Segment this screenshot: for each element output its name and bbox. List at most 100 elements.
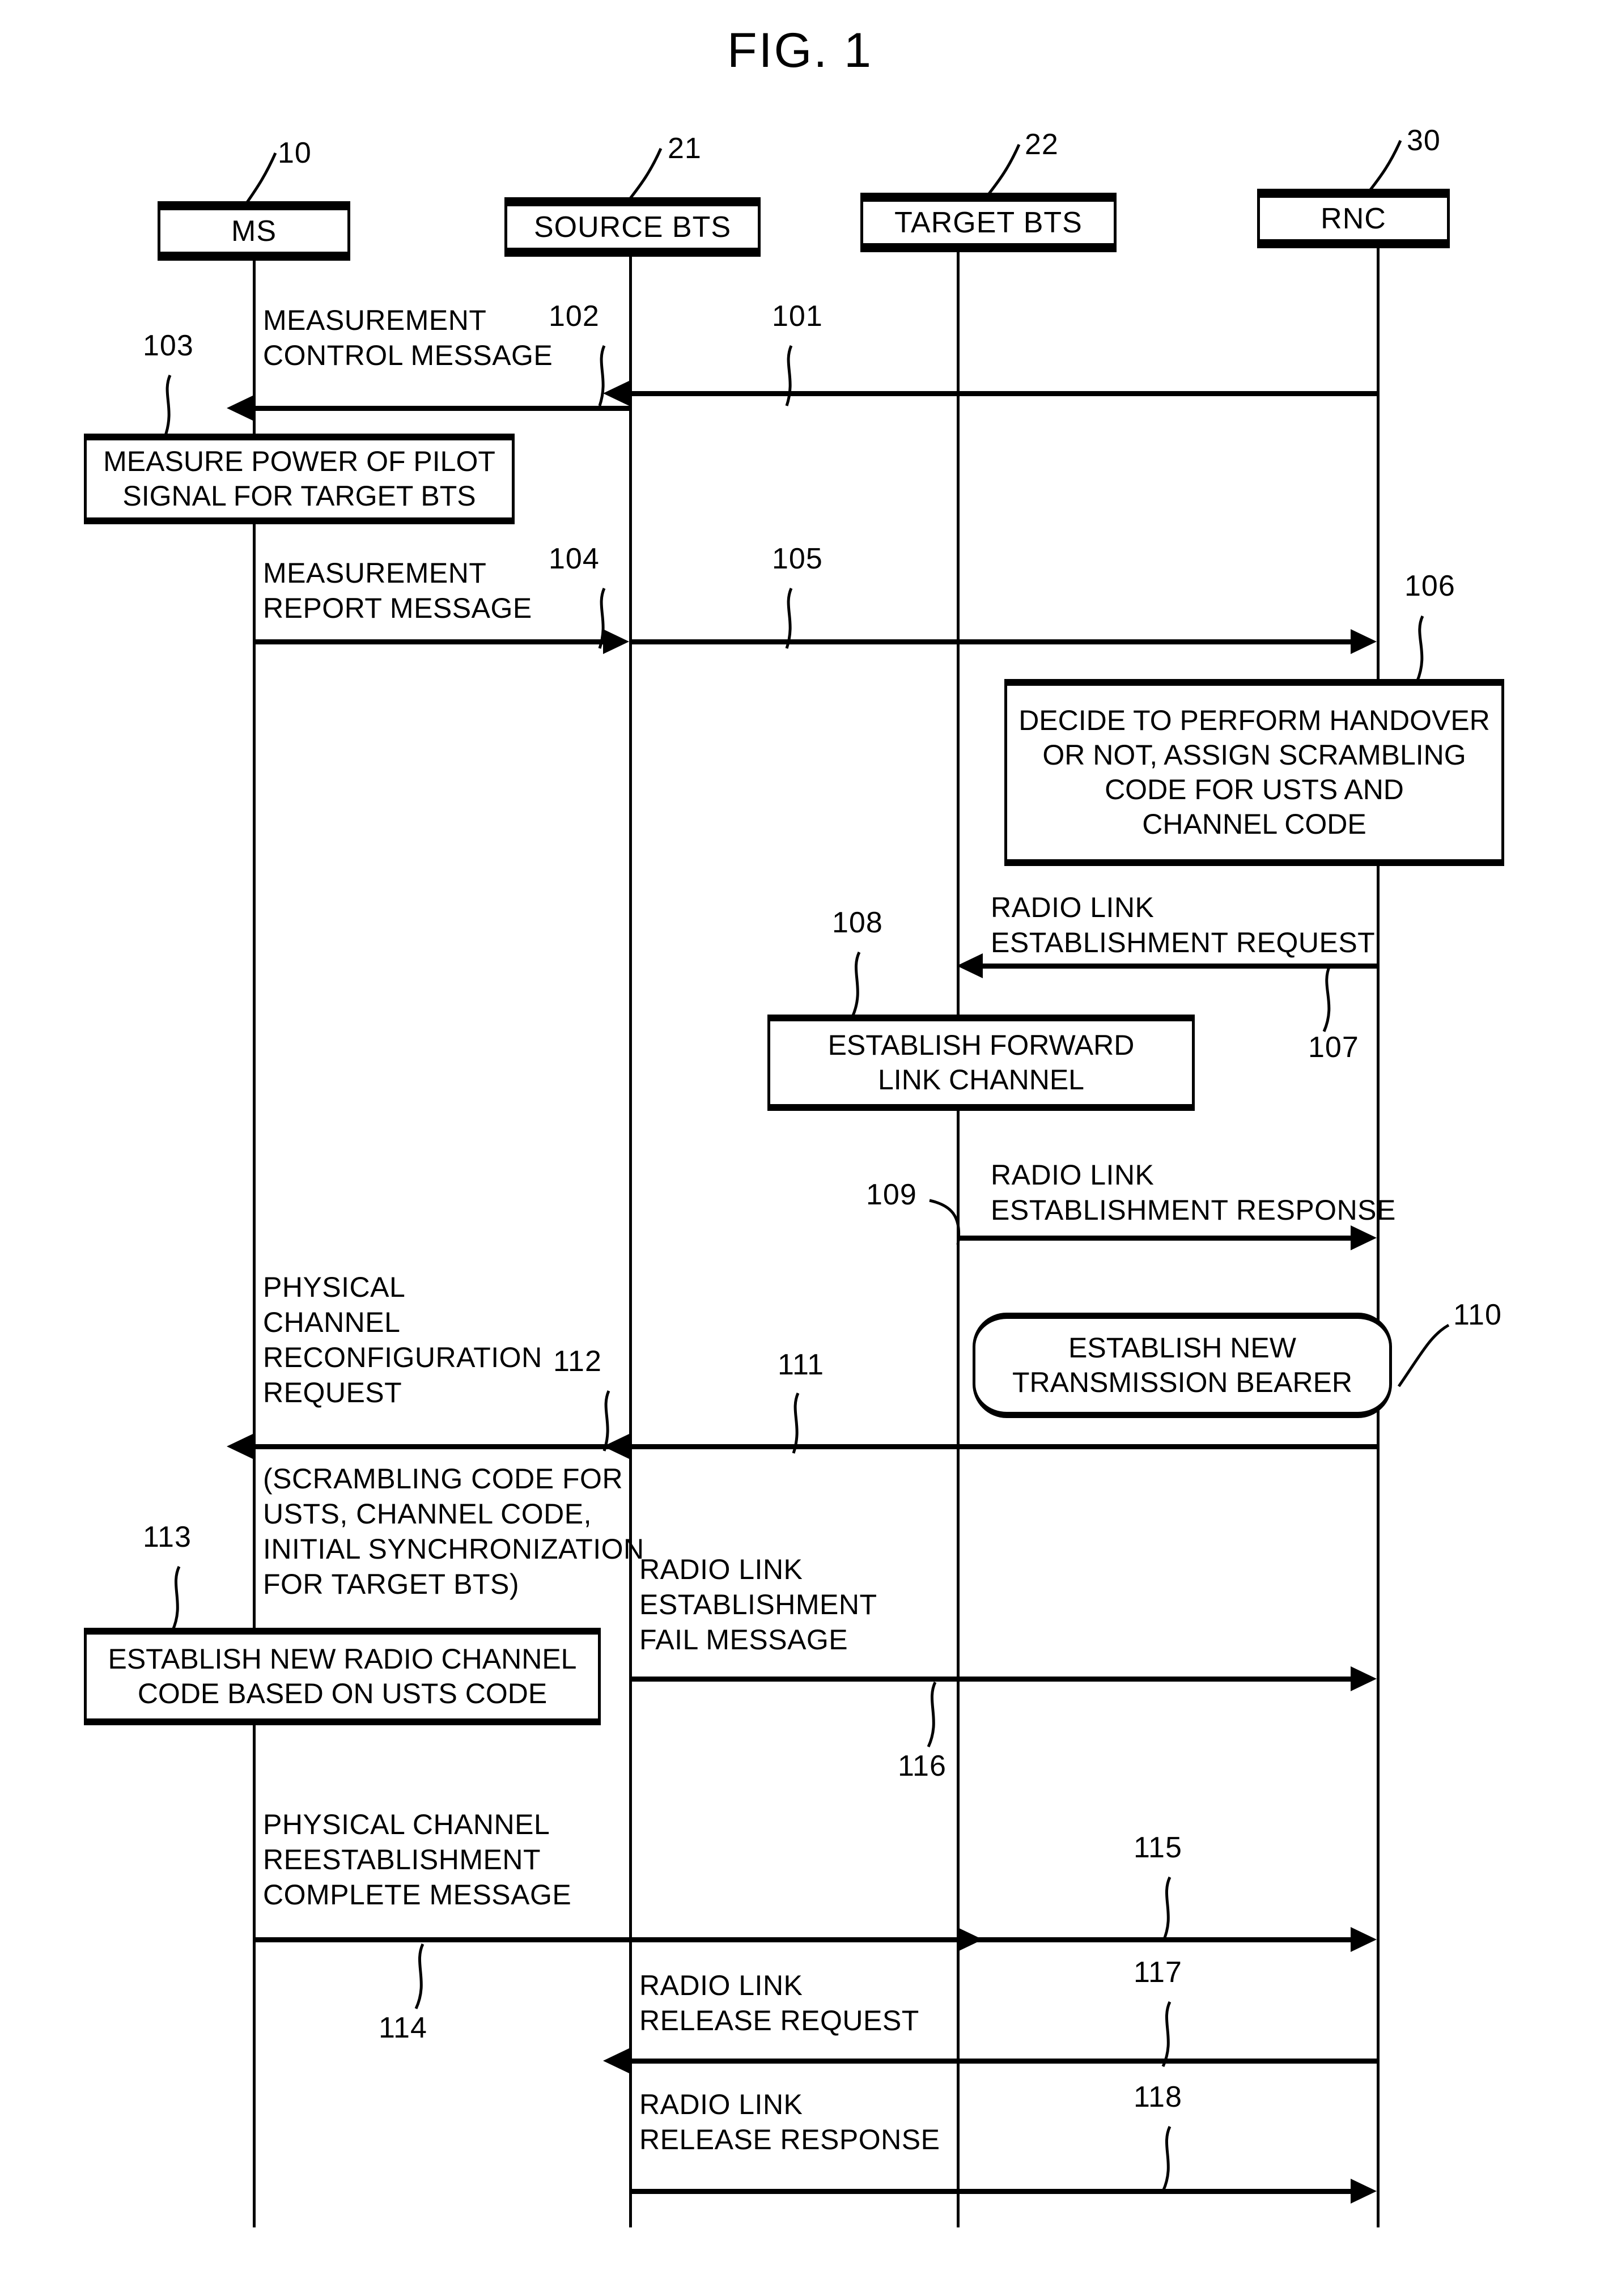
leader-line-108 — [851, 951, 861, 1018]
message-arrow-112 — [253, 1444, 629, 1449]
refnum-10: 10 — [278, 137, 312, 169]
refnum-117: 117 — [1134, 1956, 1182, 1989]
refnum-21: 21 — [668, 132, 702, 165]
message-label-112-param4: FOR TARGET BTS) — [263, 1568, 519, 1600]
refnum-103: 103 — [143, 329, 194, 362]
message-label-107-line2: ESTABLISHMENT REQUEST — [991, 927, 1376, 958]
leader-line-104 — [598, 587, 606, 649]
page-title: FIG. 1 — [727, 23, 873, 78]
process-box-106-line1: DECIDE TO PERFORM HANDOVER — [1018, 704, 1490, 736]
message-arrow-118 — [629, 2189, 1351, 2194]
message-label-116: RADIO LINK ESTABLISHMENT FAIL MESSAGE — [639, 1552, 877, 1657]
message-label-118-line2: RELEASE RESPONSE — [639, 2124, 940, 2155]
refnum-107: 107 — [1308, 1031, 1359, 1064]
message-label-116-line2: ESTABLISHMENT — [639, 1589, 877, 1620]
refnum-118: 118 — [1134, 2081, 1182, 2113]
refnum-108: 108 — [832, 906, 883, 939]
arrowhead-107 — [957, 953, 983, 978]
process-box-106: DECIDE TO PERFORM HANDOVER OR NOT, ASSIG… — [1004, 679, 1504, 866]
actor-label-source-bts: SOURCE BTS — [533, 210, 732, 244]
message-label-104-line2: REPORT MESSAGE — [263, 592, 532, 624]
refnum-106: 106 — [1404, 570, 1455, 602]
arrowhead-105 — [1351, 629, 1377, 654]
message-label-114-line3: COMPLETE MESSAGE — [263, 1879, 572, 1911]
message-label-109-line1: RADIO LINK — [991, 1159, 1155, 1191]
leader-line-106 — [1415, 615, 1424, 682]
leader-line-105 — [785, 587, 793, 649]
arrowhead-112 — [227, 1434, 253, 1459]
message-arrow-109 — [957, 1236, 1351, 1241]
message-label-109-line2: ESTABLISHMENT RESPONSE — [991, 1194, 1396, 1226]
lifeline-ms — [253, 261, 256, 2227]
process-box-110: ESTABLISH NEW TRANSMISSION BEARER — [973, 1313, 1392, 1418]
leader-line-117 — [1161, 2001, 1172, 2068]
message-label-112-line1: PHYSICAL — [263, 1271, 406, 1303]
message-label-109: RADIO LINK ESTABLISHMENT RESPONSE — [991, 1157, 1396, 1228]
process-box-108-line1: ESTABLISH FORWARD — [827, 1029, 1135, 1061]
process-box-110-line1: ESTABLISH NEW — [1068, 1332, 1296, 1364]
process-box-103-line1: MEASURE POWER OF PILOT — [103, 445, 495, 477]
refnum-105: 105 — [772, 542, 823, 575]
message-arrow-117 — [629, 2059, 1380, 2064]
arrowhead-115 — [1351, 1927, 1377, 1952]
leader-line-109 — [929, 1199, 960, 1245]
message-label-112-line2: CHANNEL — [263, 1306, 401, 1338]
message-label-112-line3: RECONFIGURATION — [263, 1342, 542, 1373]
message-label-116-line1: RADIO LINK — [639, 1554, 803, 1585]
message-arrow-114 — [253, 1937, 957, 1942]
message-arrow-101 — [629, 391, 1380, 396]
arrowhead-117 — [603, 2048, 629, 2073]
refnum-115: 115 — [1134, 1831, 1182, 1864]
arrowhead-102 — [227, 396, 253, 421]
actor-label-target-bts: TARGET BTS — [894, 206, 1083, 239]
leader-line-103 — [164, 374, 172, 436]
process-box-108-line2: LINK CHANNEL — [878, 1064, 1084, 1096]
message-label-102: MEASUREMENT CONTROL MESSAGE — [263, 303, 553, 373]
actor-box-ms: MS — [158, 201, 350, 261]
message-label-117: RADIO LINK RELEASE REQUEST — [639, 1968, 919, 2038]
process-box-113-line2: CODE BASED ON USTS CODE — [137, 1678, 548, 1709]
actor-box-target-bts: TARGET BTS — [860, 193, 1117, 252]
leader-line-111 — [792, 1392, 800, 1454]
process-box-103: MEASURE POWER OF PILOT SIGNAL FOR TARGET… — [84, 434, 515, 524]
actor-label-ms: MS — [231, 214, 277, 248]
message-label-107: RADIO LINK ESTABLISHMENT REQUEST — [991, 890, 1375, 960]
refnum-102: 102 — [549, 300, 600, 333]
leader-line-113 — [171, 1565, 181, 1632]
leader-line-115 — [1161, 1876, 1172, 1943]
leader-line-107 — [1322, 965, 1331, 1033]
message-label-112-top: PHYSICAL CHANNEL RECONFIGURATION REQUEST — [263, 1270, 542, 1410]
message-label-112-param2: USTS, CHANNEL CODE, — [263, 1498, 592, 1530]
actor-box-source-bts: SOURCE BTS — [504, 197, 761, 257]
refnum-116: 116 — [898, 1750, 947, 1783]
leader-line-101 — [785, 345, 793, 406]
message-arrow-105 — [629, 639, 1351, 644]
message-label-104-line1: MEASUREMENT — [263, 557, 487, 589]
message-arrow-116 — [629, 1677, 1351, 1682]
message-label-114: PHYSICAL CHANNEL REESTABLISHMENT COMPLET… — [263, 1807, 571, 1912]
message-label-102-line1: MEASUREMENT — [263, 304, 487, 336]
refnum-104: 104 — [549, 542, 600, 575]
message-arrow-104 — [253, 639, 603, 644]
process-box-113: ESTABLISH NEW RADIO CHANNEL CODE BASED O… — [84, 1628, 601, 1725]
message-label-117-line1: RADIO LINK — [639, 1970, 803, 2001]
leader-line-112 — [602, 1390, 610, 1452]
refnum-22: 22 — [1025, 128, 1059, 161]
leader-line-110 — [1397, 1323, 1450, 1387]
refnum-112: 112 — [553, 1345, 602, 1378]
process-box-110-line2: TRANSMISSION BEARER — [1012, 1366, 1353, 1398]
refnum-101: 101 — [772, 300, 823, 333]
process-box-106-line2: OR NOT, ASSIGN SCRAMBLING — [1042, 739, 1466, 771]
lifeline-source-bts — [629, 257, 632, 2227]
process-box-103-line2: SIGNAL FOR TARGET BTS — [122, 480, 476, 512]
leader-line-102 — [598, 345, 606, 406]
lifeline-rnc — [1377, 248, 1380, 2227]
process-box-113-line1: ESTABLISH NEW RADIO CHANNEL — [108, 1643, 577, 1675]
message-label-114-line1: PHYSICAL CHANNEL — [263, 1809, 550, 1840]
message-label-112-param1: (SCRAMBLING CODE FOR — [263, 1463, 623, 1495]
arrowhead-118 — [1351, 2179, 1377, 2204]
patent-figure-page: FIG. 1 MS SOURCE BTS TARGET BTS RNC 10 2… — [0, 0, 1600, 2296]
message-arrow-111 — [629, 1444, 1380, 1449]
message-label-104: MEASUREMENT REPORT MESSAGE — [263, 555, 532, 626]
message-label-112-line4: REQUEST — [263, 1377, 402, 1408]
